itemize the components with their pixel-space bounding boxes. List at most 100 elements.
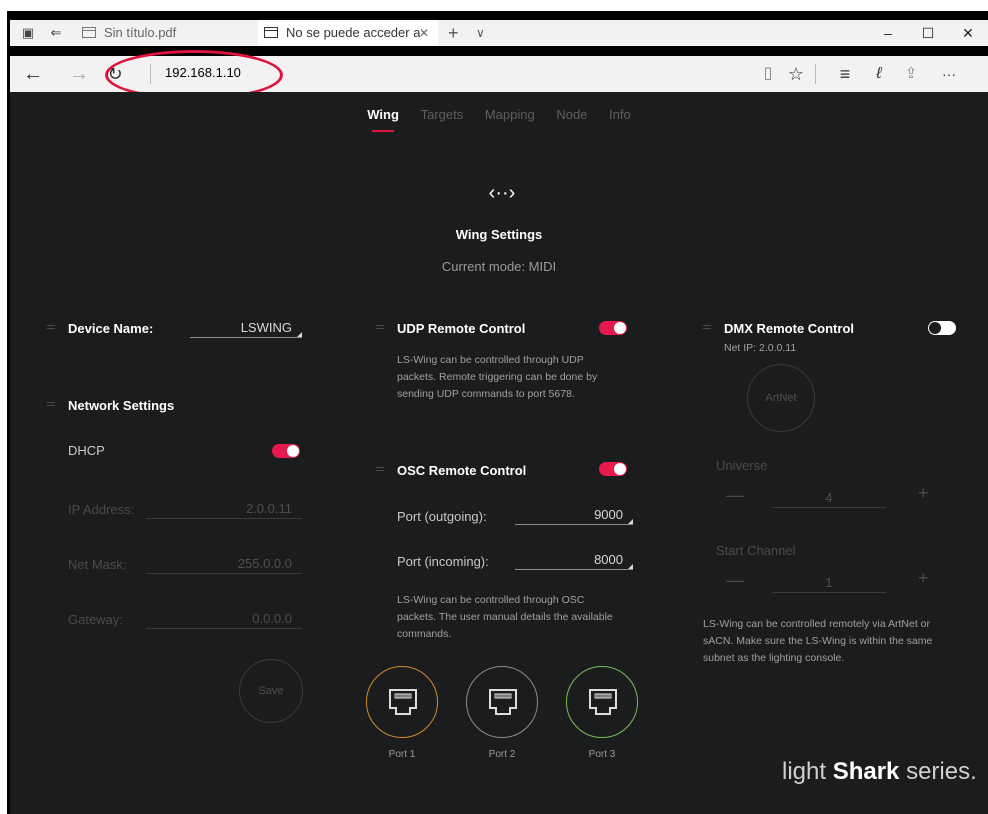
drag-handle-icon[interactable]	[47, 402, 55, 406]
dmx-desc-line: LS-Wing can be controlled remotely via A…	[703, 618, 931, 630]
device-name-value: LSWING	[240, 320, 292, 335]
reading-view-icon[interactable]: ▯	[755, 56, 781, 92]
close-window-button[interactable]: ✕	[948, 20, 988, 46]
divider	[815, 64, 816, 84]
osc-desc-line: commands.	[397, 628, 452, 640]
dmx-desc-line: sACN. Make sure the LS-Wing is within th…	[703, 635, 933, 647]
page-icon	[264, 27, 278, 38]
drag-handle-icon[interactable]	[376, 467, 384, 471]
ethernet-port-icon	[489, 689, 517, 715]
ethernet-port-icon	[389, 689, 417, 715]
nav-node[interactable]: Node	[556, 107, 587, 122]
brand-series: series.	[899, 758, 977, 785]
port-2-label: Port 2	[488, 749, 516, 760]
drag-handle-icon[interactable]	[703, 325, 711, 329]
universe-minus-button[interactable]: —	[726, 485, 744, 506]
dhcp-toggle[interactable]	[272, 444, 300, 458]
close-tab-icon[interactable]: ✕	[419, 20, 429, 46]
divider	[150, 64, 151, 84]
udp-title: UDP Remote Control	[397, 321, 526, 336]
start-channel-input[interactable]: 1	[772, 575, 886, 593]
port-3-button[interactable]	[566, 666, 638, 738]
nav-wing[interactable]: Wing	[367, 107, 399, 132]
tab-title: No se puede acceder a	[286, 25, 421, 40]
universe-input[interactable]: 4	[772, 490, 886, 508]
web-note-icon[interactable]: ℓ	[866, 56, 892, 92]
udp-desc-line: LS-Wing can be controlled through UDP	[397, 354, 584, 366]
gateway-input[interactable]: 0.0.0.0	[146, 611, 302, 629]
save-button[interactable]: Save	[239, 659, 303, 723]
udp-toggle[interactable]	[599, 321, 627, 335]
channel-minus-button[interactable]: —	[726, 570, 744, 591]
favorite-star-icon[interactable]: ☆	[783, 56, 809, 92]
field-corner-icon	[628, 564, 633, 569]
page-title: Wing Settings	[455, 227, 543, 242]
back-arrow-icon[interactable]: ←	[20, 56, 46, 92]
maximize-button[interactable]: ☐	[908, 20, 948, 46]
nav-targets[interactable]: Targets	[421, 107, 464, 122]
tab-title: Sin título.pdf	[104, 25, 177, 40]
device-name-label: Device Name:	[68, 321, 154, 336]
artnet-button[interactable]: ArtNet	[747, 364, 815, 432]
brand-light: light	[782, 758, 833, 785]
url-field[interactable]: 192.168.1.10	[165, 65, 241, 80]
port-out-input[interactable]: 9000	[515, 507, 633, 525]
more-icon[interactable]: ···	[934, 56, 964, 92]
network-settings-title: Network Settings	[68, 398, 175, 413]
port-out-value: 9000	[594, 507, 623, 522]
device-name-input[interactable]: LSWING	[190, 320, 302, 338]
refresh-icon[interactable]: ↻	[102, 56, 128, 92]
port-2-button[interactable]	[466, 666, 538, 738]
udp-desc-line: sending UDP commands to port 5678.	[397, 388, 575, 400]
universe-label: Universe	[716, 458, 768, 473]
new-tab-button[interactable]: +	[448, 20, 459, 46]
hub-icon[interactable]: ≡	[832, 56, 858, 92]
netmask-label: Net Mask:	[68, 557, 127, 572]
wing-icon: ‹··›	[488, 182, 516, 204]
forward-arrow-icon[interactable]: →	[66, 56, 92, 92]
brand-logo: light Shark series.	[782, 758, 977, 786]
universe-plus-button[interactable]: +	[918, 483, 929, 504]
tab-list-button[interactable]: ∨	[476, 20, 485, 46]
osc-toggle[interactable]	[599, 462, 627, 476]
port-in-value: 8000	[594, 552, 623, 567]
dmx-desc-line: subnet as the lighting console.	[703, 652, 845, 664]
dhcp-label: DHCP	[68, 443, 105, 458]
port-1-button[interactable]	[366, 666, 438, 738]
nav-mapping[interactable]: Mapping	[485, 107, 535, 122]
tab-active[interactable]: No se puede acceder a ✕	[258, 20, 438, 46]
dmx-description: LS-Wing can be controlled remotely via A…	[703, 616, 973, 667]
drag-handle-icon[interactable]	[47, 325, 55, 329]
set-aside-tabs-icon[interactable]: ⇐	[48, 25, 64, 41]
tab-pdf[interactable]: Sin título.pdf	[78, 20, 258, 46]
app-nav: Wing Targets Mapping Node Info	[10, 107, 988, 132]
share-icon[interactable]: ⇪	[898, 56, 924, 92]
minimize-button[interactable]: –	[868, 20, 908, 46]
port-in-label: Port (incoming):	[397, 554, 489, 569]
port-3-label: Port 3	[588, 749, 616, 760]
osc-title: OSC Remote Control	[397, 463, 527, 478]
port-in-input[interactable]: 8000	[515, 552, 633, 570]
osc-desc-line: LS-Wing can be controlled through OSC	[397, 594, 585, 606]
brand-shark: Shark	[832, 758, 900, 785]
channel-plus-button[interactable]: +	[918, 568, 929, 589]
ip-label: IP Address:	[68, 502, 135, 517]
address-bar: ← → ↻ 192.168.1.10 ▯ ☆ ≡ ℓ ⇪ ···	[10, 56, 988, 92]
port-1-label: Port 1	[388, 749, 416, 760]
dmx-toggle[interactable]	[928, 321, 956, 335]
netmask-input[interactable]: 255.0.0.0	[146, 556, 302, 574]
ethernet-port-icon	[589, 689, 617, 715]
net-ip-text: Net IP: 2.0.0.11	[724, 342, 797, 354]
drag-handle-icon[interactable]	[376, 325, 384, 329]
start-channel-label: Start Channel	[716, 543, 796, 558]
page-icon	[82, 27, 96, 38]
current-mode: Current mode: MIDI	[441, 259, 557, 274]
tab-bar: ▣ ⇐ Sin título.pdf No se puede acceder a…	[10, 20, 988, 46]
udp-description: LS-Wing can be controlled through UDP pa…	[397, 352, 647, 403]
ip-input[interactable]: 2.0.0.11	[146, 501, 302, 519]
field-corner-icon	[297, 332, 302, 337]
osc-description: LS-Wing can be controlled through OSC pa…	[397, 592, 647, 643]
tab-preview-icon[interactable]: ▣	[20, 25, 36, 41]
field-corner-icon	[628, 519, 633, 524]
nav-info[interactable]: Info	[609, 107, 631, 122]
